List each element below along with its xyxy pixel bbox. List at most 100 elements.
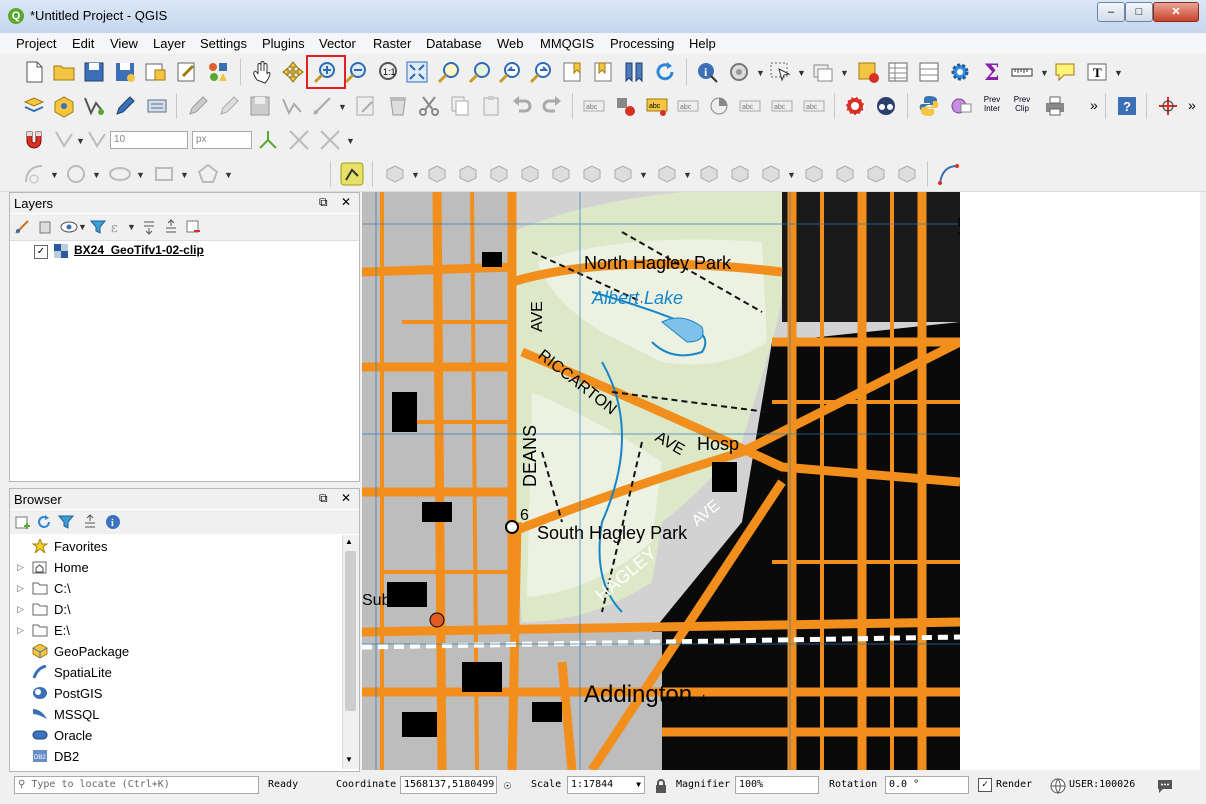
topological-editing-icon[interactable]	[256, 128, 280, 152]
locator-search-input[interactable]: ⚲ Type to locate (Ctrl+K)	[14, 776, 259, 794]
browser-scrollbar[interactable]: ▲ ▼	[342, 535, 359, 769]
expand-all-icon[interactable]	[141, 219, 157, 235]
browser-item-db2[interactable]: DB2 DB2	[10, 747, 340, 767]
statistics-icon[interactable]: Σ	[980, 60, 1004, 84]
browser-item-home[interactable]: ▷ Home	[10, 558, 340, 578]
zoom-selection-icon[interactable]	[437, 60, 461, 84]
split-parts-icon[interactable]	[802, 162, 826, 186]
delete-ring-icon[interactable]	[611, 162, 635, 186]
browser-item-mssql[interactable]: MSSQL	[10, 705, 340, 725]
label-icon[interactable]: abc	[582, 94, 606, 118]
print-layout-icon[interactable]	[143, 60, 167, 84]
browser-item-geopackage[interactable]: GeoPackage	[10, 642, 340, 662]
close-button[interactable]: ✕	[1153, 2, 1199, 22]
menu-layer[interactable]: Layer	[153, 36, 186, 51]
zoom-next-icon[interactable]	[529, 60, 553, 84]
mmqgis-icon[interactable]	[949, 94, 973, 118]
render-checkbox[interactable]: ✓	[978, 778, 992, 792]
bezier-curve-icon[interactable]	[937, 162, 961, 186]
menu-view[interactable]: View	[110, 36, 138, 51]
browser-item-d-drive[interactable]: ▷ D:\	[10, 600, 340, 620]
edit-pencil2-icon[interactable]	[217, 94, 241, 118]
pin-label-icon[interactable]	[614, 94, 638, 118]
browser-item-spatialite[interactable]: SpatiaLite	[10, 663, 340, 683]
undo-icon[interactable]	[510, 94, 534, 118]
menu-plugins[interactable]: Plugins	[262, 36, 305, 51]
maximize-button[interactable]: □	[1125, 2, 1153, 22]
edit-pencil-icon[interactable]	[186, 94, 210, 118]
cut-icon[interactable]	[417, 94, 441, 118]
data-source-manager-icon[interactable]	[52, 94, 76, 118]
delete-part-icon[interactable]	[655, 162, 679, 186]
select-icon[interactable]	[768, 60, 792, 84]
zoom-last-icon[interactable]	[498, 60, 522, 84]
mouse-toggle-icon[interactable]: ☉	[504, 778, 511, 792]
add-layer-icon[interactable]	[22, 94, 46, 118]
modify-attributes-icon[interactable]	[354, 94, 378, 118]
pan-icon[interactable]	[250, 60, 274, 84]
open-project-icon[interactable]	[52, 60, 76, 84]
close-panel-icon[interactable]: ✕	[341, 491, 351, 505]
add-feature-icon[interactable]	[280, 94, 304, 118]
style-layer-icon[interactable]	[14, 219, 30, 235]
move-label-icon[interactable]: abc	[676, 94, 700, 118]
fill-ring-icon[interactable]	[580, 162, 604, 186]
scroll-up-icon[interactable]: ▲	[345, 537, 353, 546]
rotate-feature-icon[interactable]	[425, 162, 449, 186]
map-tips-icon[interactable]	[1053, 60, 1077, 84]
menu-processing[interactable]: Processing	[610, 36, 674, 51]
show-label-icon[interactable]: abc	[645, 94, 669, 118]
layer-visibility-checkbox[interactable]: ✓	[34, 245, 48, 259]
snapping-magnet-icon[interactable]	[22, 128, 46, 152]
snap-unit-select[interactable]: px	[192, 131, 252, 149]
globe-icon[interactable]	[1050, 778, 1066, 794]
map-canvas[interactable]: North Hagley Park Albert Lake RICCARTON …	[362, 192, 960, 770]
browser-item-c-drive[interactable]: ▷ C:\	[10, 579, 340, 599]
snap-vertex-icon[interactable]	[52, 128, 76, 152]
add-rectangle-icon[interactable]	[152, 162, 176, 186]
processing-toolbox-icon[interactable]	[948, 60, 972, 84]
vertex-tool-icon[interactable]	[310, 94, 334, 118]
expand-arrow-icon[interactable]: ▷	[17, 583, 24, 594]
merge-attributes-icon[interactable]	[864, 162, 888, 186]
expand-arrow-icon[interactable]: ▷	[17, 604, 24, 615]
expand-arrow-icon[interactable]: ▷	[17, 625, 24, 636]
toolbar-more-button[interactable]: »	[1090, 97, 1098, 113]
simplify-icon[interactable]	[487, 162, 511, 186]
menu-database[interactable]: Database	[426, 36, 482, 51]
messages-icon[interactable]	[1156, 778, 1174, 794]
add-circular-string-icon[interactable]	[22, 162, 46, 186]
add-directory-icon[interactable]	[14, 514, 30, 530]
map-canvas-blank-area[interactable]	[960, 192, 1200, 770]
zoom-out-icon[interactable]	[344, 60, 368, 84]
save-project-icon[interactable]	[82, 60, 106, 84]
redo-icon[interactable]	[540, 94, 564, 118]
scrollbar-thumb[interactable]	[345, 551, 356, 711]
tracing-icon[interactable]	[318, 128, 342, 152]
crosshair-icon[interactable]	[1156, 94, 1180, 118]
refresh-browser-icon[interactable]	[36, 514, 52, 530]
add-ellipse-icon[interactable]	[108, 162, 132, 186]
layout-manager-icon[interactable]	[175, 60, 199, 84]
measure-icon[interactable]	[727, 60, 751, 84]
save-layer-icon[interactable]	[248, 94, 272, 118]
snap-tolerance-input[interactable]: 10	[110, 131, 188, 149]
menu-vector[interactable]: Vector	[319, 36, 356, 51]
temporal-icon[interactable]	[622, 60, 646, 84]
rotation-spinbox[interactable]: 0.0 °	[885, 776, 969, 794]
pan-to-selection-icon[interactable]	[281, 60, 305, 84]
browser-item-favorites[interactable]: Favorites	[10, 537, 340, 557]
save-as-icon[interactable]	[113, 60, 137, 84]
reshape-icon[interactable]	[697, 162, 721, 186]
refresh-icon[interactable]	[653, 60, 677, 84]
collapse-all-icon[interactable]	[163, 219, 179, 235]
attribute-table-icon[interactable]	[886, 60, 910, 84]
measure-line-icon[interactable]	[1010, 60, 1034, 84]
digitize-icon[interactable]	[82, 94, 106, 118]
copy-icon[interactable]	[448, 94, 472, 118]
diagram-icon[interactable]	[707, 94, 731, 118]
help-icon[interactable]: ?	[1115, 94, 1139, 118]
style-manager-icon[interactable]	[206, 60, 230, 84]
expand-arrow-icon[interactable]: ▷	[17, 562, 24, 573]
delete-icon[interactable]	[386, 94, 410, 118]
